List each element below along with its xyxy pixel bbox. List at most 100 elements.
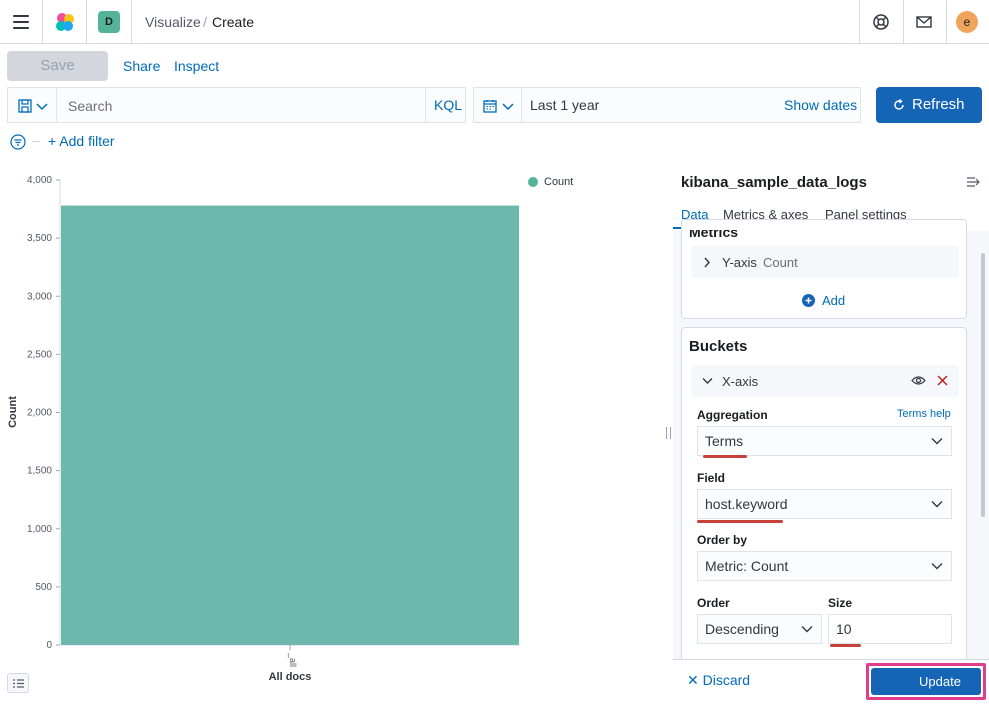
- aggregation-select[interactable]: Terms: [697, 426, 952, 456]
- update-button-highlight: Update: [866, 663, 986, 700]
- metrics-card: Metrics Y-axis Count Add: [681, 219, 967, 319]
- order-label: Order: [697, 596, 730, 610]
- size-label: Size: [828, 596, 853, 610]
- chevron-down-icon[interactable]: [702, 377, 713, 385]
- field-value: host.keyword: [705, 496, 788, 512]
- header-divider: [859, 0, 860, 44]
- user-avatar[interactable]: e: [956, 11, 978, 33]
- header-divider: [86, 0, 87, 44]
- update-label: Update: [919, 674, 961, 689]
- newsfeed-mail-icon[interactable]: [915, 13, 933, 31]
- share-link[interactable]: Share: [123, 58, 160, 74]
- close-x-icon: ✕: [687, 672, 703, 688]
- breadcrumb-create: Create: [212, 14, 255, 30]
- y-tick-label: 1,500: [27, 466, 52, 477]
- panel-resize-handle[interactable]: [666, 427, 671, 439]
- plus-circle-icon: [802, 294, 815, 307]
- y-axis-title: Count: [7, 396, 19, 428]
- top-header: D Visualize / Create e: [0, 0, 989, 44]
- size-input[interactable]: 10: [828, 614, 952, 644]
- buckets-card: Buckets X-axis Aggregation Terms help Te…: [681, 327, 967, 702]
- legend-toggle-button[interactable]: [7, 673, 29, 693]
- kql-language-toggle[interactable]: KQL: [434, 97, 462, 113]
- x-axis-label: X-axis: [722, 374, 759, 389]
- aggregation-value: Terms: [705, 433, 744, 449]
- filter-options-icon[interactable]: [10, 134, 26, 150]
- metrics-title: Metrics: [689, 224, 739, 240]
- annotation-underline: [830, 644, 861, 647]
- remove-x-icon[interactable]: [937, 375, 948, 386]
- annotation-underline: [697, 520, 783, 523]
- editor-side-panel: kibana_sample_data_logs Data Metrics & a…: [673, 163, 989, 702]
- field-select[interactable]: host.keyword: [697, 489, 952, 519]
- date-range-value[interactable]: Last 1 year: [530, 97, 599, 113]
- y-axis-label: Y-axis: [722, 255, 757, 270]
- eye-icon[interactable]: [911, 375, 926, 386]
- chevron-down-icon: [801, 626, 813, 633]
- inspect-link[interactable]: Inspect: [174, 58, 219, 74]
- x-axis-bucket-row[interactable]: X-axis: [691, 365, 959, 397]
- discard-label: Discard: [702, 672, 751, 688]
- chevron-right-icon[interactable]: [703, 257, 711, 268]
- panel-scrollbar[interactable]: [981, 253, 985, 517]
- bar-all-docs[interactable]: [61, 205, 519, 645]
- menu-icon[interactable]: [13, 15, 29, 29]
- help-lifebuoy-icon[interactable]: [872, 13, 890, 31]
- header-divider: [42, 0, 43, 44]
- query-bar: Search KQL: [7, 87, 466, 123]
- header-divider: [131, 0, 132, 44]
- refresh-button[interactable]: Refresh: [876, 87, 982, 123]
- refresh-icon: [894, 99, 904, 110]
- y-axis-agg-row[interactable]: Y-axis Count: [691, 246, 959, 278]
- add-filter-button[interactable]: + Add filter: [48, 133, 115, 149]
- chevron-down-icon: [502, 103, 514, 111]
- show-dates-link[interactable]: Show dates: [784, 97, 857, 113]
- x-tick-label: _all: [288, 652, 298, 667]
- calendar-icon: [483, 100, 497, 113]
- y-tick-label: 2,000: [27, 408, 52, 419]
- order-by-label: Order by: [697, 533, 748, 547]
- add-metric-label: Add: [822, 293, 846, 308]
- add-metric-button[interactable]: Add: [794, 292, 854, 310]
- buckets-title: Buckets: [689, 338, 748, 355]
- discard-button[interactable]: ✕ Discard: [687, 672, 750, 689]
- saved-query-button[interactable]: [8, 88, 57, 122]
- list-icon: [13, 679, 24, 688]
- quick-select-button[interactable]: [474, 88, 522, 122]
- breadcrumb-visualize[interactable]: Visualize: [145, 14, 201, 30]
- legend-swatch[interactable]: [528, 177, 538, 187]
- chevron-down-icon: [931, 501, 943, 508]
- chevron-down-icon: [931, 563, 943, 570]
- order-by-value: Metric: Count: [705, 558, 789, 574]
- legend-entry-count[interactable]: Count: [544, 176, 573, 188]
- divider: [425, 88, 426, 122]
- aggregation-label: Aggregation: [697, 408, 768, 422]
- y-tick-label: 1,000: [27, 524, 52, 535]
- collapse-panel-icon[interactable]: [967, 177, 981, 187]
- terms-help-link[interactable]: Terms help: [897, 408, 951, 420]
- y-tick-label: 4,000: [27, 175, 52, 186]
- space-avatar[interactable]: D: [98, 11, 120, 33]
- header-divider: [946, 0, 947, 44]
- index-pattern-title: kibana_sample_data_logs: [681, 174, 867, 191]
- annotation-underline: [703, 455, 747, 458]
- visualization-area: 0 500 1,000 1,500 2,000 2,500 3,000 3,500 4,000 …: [0, 163, 663, 702]
- order-select[interactable]: Descending: [697, 614, 822, 644]
- order-value: Descending: [705, 621, 779, 637]
- size-value: 10: [836, 621, 852, 637]
- breadcrumb-separator: /: [203, 14, 207, 30]
- chevron-down-icon: [36, 103, 48, 111]
- date-picker: Last 1 year Show dates: [473, 87, 861, 123]
- panel-footer: ✕ Discard Update: [673, 659, 989, 702]
- order-by-select[interactable]: Metric: Count: [697, 551, 952, 581]
- y-tick-label: 3,000: [27, 291, 52, 302]
- bar-chart: 05001,0001,5002,0002,5003,0003,5004,000 …: [7, 175, 573, 683]
- y-tick-label: 3,500: [27, 233, 52, 244]
- y-tick-label: 2,500: [27, 349, 52, 360]
- save-button[interactable]: Save: [7, 51, 108, 81]
- search-input[interactable]: Search: [68, 98, 112, 114]
- update-button[interactable]: Update: [871, 668, 981, 695]
- kibana-logo-icon[interactable]: [53, 10, 77, 34]
- refresh-label: Refresh: [912, 96, 965, 113]
